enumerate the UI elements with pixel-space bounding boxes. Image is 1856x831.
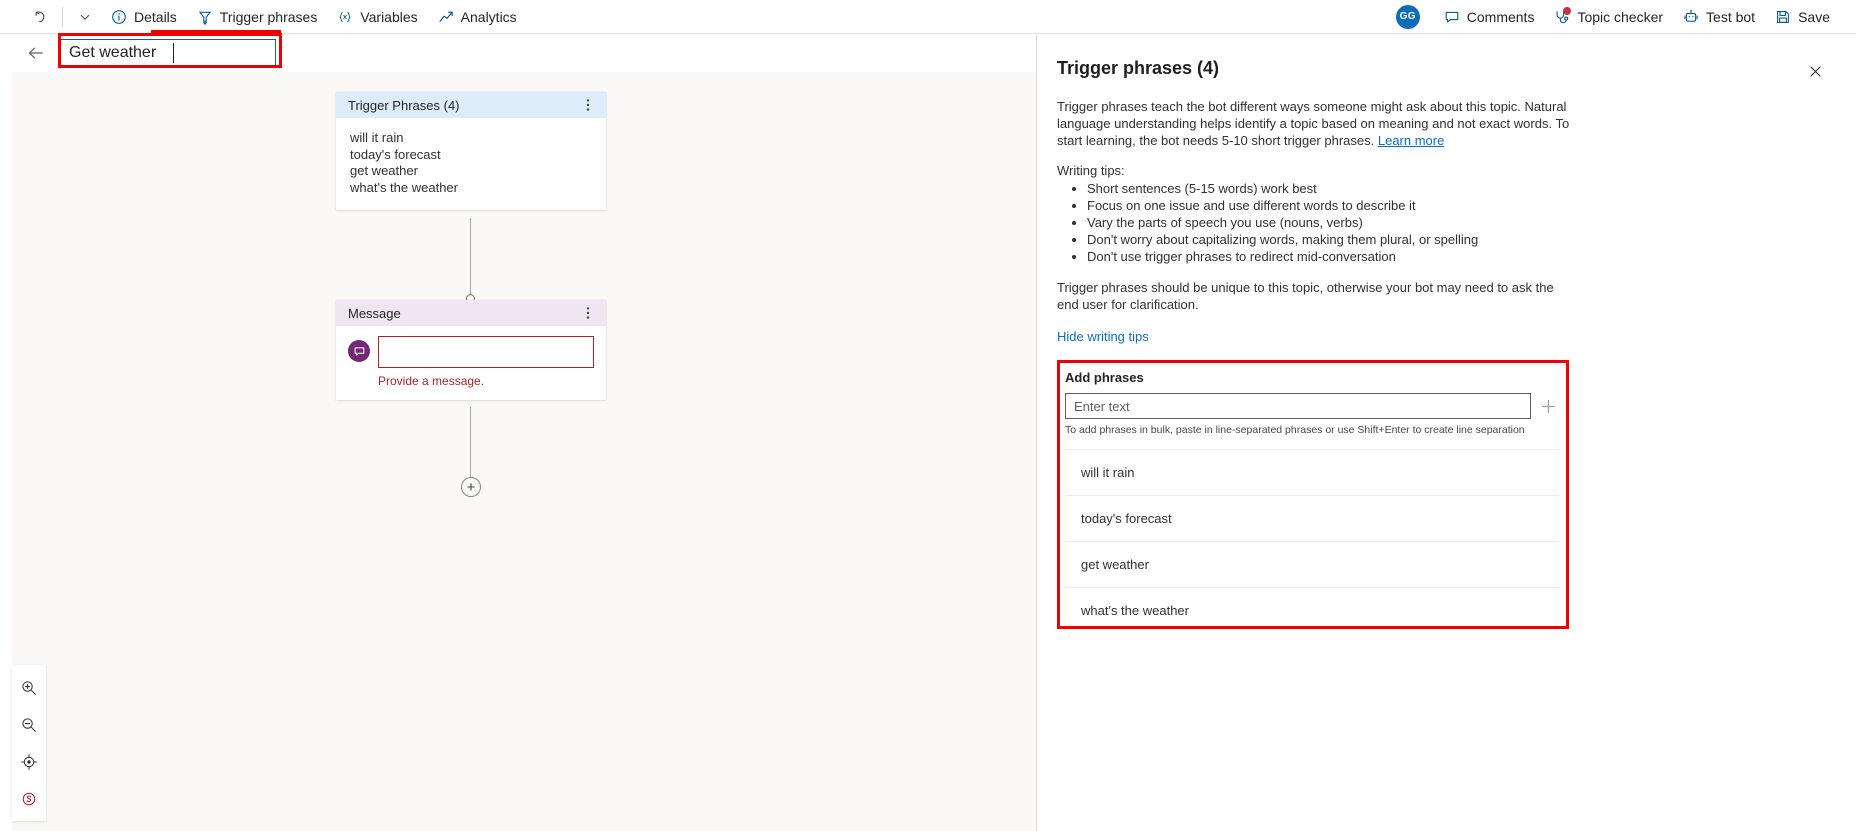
trigger-phrase-line: get weather [350, 163, 418, 178]
back-button[interactable] [22, 39, 50, 67]
comment-icon [1444, 9, 1460, 25]
comments-button[interactable]: Comments [1434, 2, 1545, 32]
save-button[interactable]: Save [1765, 2, 1840, 32]
add-node-label: + [466, 478, 476, 496]
annotation-underline [151, 30, 281, 33]
trigger-phrase-line: will it rain [350, 130, 404, 145]
trigger-phrases-button[interactable]: Trigger phrases [187, 2, 328, 32]
comments-label: Comments [1466, 8, 1535, 25]
node-message[interactable]: Message Provide a message. [336, 300, 606, 400]
add-phrases-section: Add phrases To add phrases in bulk, past… [1057, 360, 1828, 633]
save-icon [1775, 9, 1791, 25]
node-message-title: Message [348, 305, 401, 321]
details-label: Details [134, 8, 177, 25]
list-item[interactable]: what's the weather [1065, 587, 1559, 633]
bot-icon [1683, 9, 1699, 25]
topic-checker-icon [1554, 6, 1572, 25]
connector-line [470, 218, 471, 298]
message-text-field[interactable] [378, 336, 594, 368]
topic-title-wrapper [60, 39, 276, 67]
message-error-text: Provide a message. [378, 374, 485, 388]
writing-tips-heading: Writing tips: [1057, 163, 1125, 178]
node-message-body [336, 326, 606, 370]
undo-icon [32, 9, 48, 25]
panel-description-text: Trigger phrases teach the bot different … [1057, 99, 1570, 148]
learn-more-link[interactable]: Learn more [1378, 133, 1444, 148]
phrase-list: will it rain today's forecast get weathe… [1065, 449, 1559, 633]
canvas-left-rail [0, 72, 12, 831]
writing-tip-item: Don't use trigger phrases to redirect mi… [1087, 248, 1828, 265]
variables-button[interactable]: Variables [327, 2, 427, 32]
text-caret [173, 43, 174, 63]
list-item[interactable]: will it rain [1065, 449, 1559, 495]
chevron-down-icon [77, 9, 93, 25]
add-phrase-plus-icon[interactable] [1539, 397, 1557, 415]
topic-checker-button[interactable]: Topic checker [1544, 2, 1673, 32]
test-bot-button[interactable]: Test bot [1673, 2, 1765, 32]
trigger-phrase-line: today's forecast [350, 146, 441, 162]
undo-button[interactable] [24, 2, 56, 32]
avatar-initials: GG [1399, 11, 1416, 22]
message-bubble-icon [348, 340, 370, 362]
topic-title-bar [0, 34, 1036, 72]
add-node-button[interactable]: + [461, 477, 481, 497]
trigger-phrases-panel: Trigger phrases (4) Trigger phrases teac… [1036, 34, 1856, 831]
trigger-phrase-line: what's the weather [350, 179, 458, 195]
writing-tip-item: Vary the parts of speech you use (nouns,… [1087, 214, 1828, 231]
writing-tip-item: Short sentences (5-15 words) work best [1087, 180, 1828, 197]
connector-line [470, 407, 471, 477]
save-label: Save [1798, 8, 1830, 25]
list-item[interactable]: get weather [1065, 541, 1559, 587]
toolbar-divider [62, 6, 63, 27]
analytics-icon [438, 9, 454, 25]
panel-description: Trigger phrases teach the bot different … [1057, 98, 1577, 149]
top-toolbar: Details Trigger phrases Variables Analyt… [0, 0, 1856, 34]
info-icon [111, 9, 127, 25]
variables-label: Variables [360, 8, 418, 25]
test-bot-label: Test bot [1706, 8, 1756, 25]
reset-zoom-icon[interactable] [12, 780, 46, 817]
node-trigger-header: Trigger Phrases (4) [336, 92, 606, 118]
add-phrase-input[interactable] [1065, 393, 1531, 419]
node-trigger-phrases[interactable]: Trigger Phrases (4) will it rain today's… [336, 92, 606, 210]
trigger-icon [197, 9, 213, 25]
close-icon[interactable] [1802, 58, 1828, 84]
node-trigger-title: Trigger Phrases (4) [348, 97, 460, 113]
node-message-more-icon[interactable] [580, 303, 596, 323]
topic-checker-label: Topic checker [1577, 8, 1664, 25]
node-trigger-body: will it rain today's forecast get weathe… [336, 118, 606, 210]
toolbar-overflow-button[interactable] [69, 2, 101, 32]
writing-tip-item: Don't worry about capitalizing words, ma… [1087, 231, 1828, 248]
analytics-label: Analytics [460, 8, 517, 25]
details-button[interactable]: Details [101, 2, 187, 32]
node-message-header: Message [336, 300, 606, 326]
analytics-button[interactable]: Analytics [428, 2, 527, 32]
list-item[interactable]: today's forecast [1065, 495, 1559, 541]
zoom-in-icon[interactable] [12, 669, 46, 706]
variables-icon [337, 9, 353, 25]
node-trigger-more-icon[interactable] [580, 95, 596, 115]
panel-unique-note: Trigger phrases should be unique to this… [1057, 280, 1554, 312]
writing-tip-item: Focus on one issue and use different wor… [1087, 197, 1828, 214]
hide-writing-tips-link[interactable]: Hide writing tips [1057, 329, 1149, 344]
notification-dot [1563, 6, 1572, 15]
app-root: Details Trigger phrases Variables Analyt… [0, 0, 1856, 831]
writing-tips-list: Short sentences (5-15 words) work best F… [1057, 180, 1828, 265]
add-phrases-hint: To add phrases in bulk, paste in line-se… [1065, 424, 1525, 436]
fit-to-screen-icon[interactable] [12, 743, 46, 780]
authoring-canvas[interactable]: Trigger Phrases (4) will it rain today's… [0, 72, 1036, 831]
canvas-zoom-toolbar [12, 665, 46, 821]
panel-header: Trigger phrases (4) [1057, 34, 1828, 84]
add-phrases-row [1065, 393, 1828, 419]
toolbar-left-group: Details Trigger phrases Variables Analyt… [0, 2, 527, 32]
avatar[interactable]: GG [1395, 4, 1420, 29]
zoom-out-icon[interactable] [12, 706, 46, 743]
panel-title: Trigger phrases (4) [1057, 58, 1220, 78]
toolbar-right-group: GG Comments Topic checker Test bot Save [1395, 2, 1856, 32]
trigger-phrases-label: Trigger phrases [219, 8, 318, 25]
add-phrases-label: Add phrases [1065, 370, 1144, 385]
topic-name-input[interactable] [60, 39, 276, 67]
